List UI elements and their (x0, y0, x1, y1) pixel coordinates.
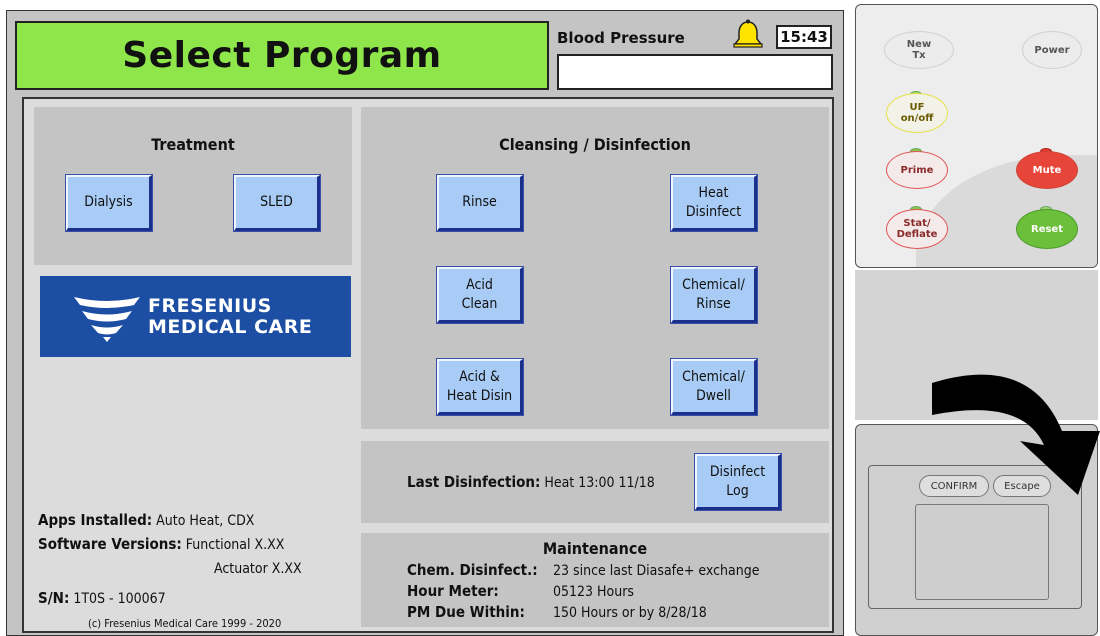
maintenance-section: Maintenance Chem. Disinfect.: 23 since la… (361, 533, 829, 627)
disinfect-log-button[interactable]: Disinfect Log (694, 453, 782, 511)
title-bar: Select Program (15, 21, 549, 90)
alarm-bell-icon[interactable] (731, 19, 765, 51)
main-panel: Treatment Dialysis SLED FRESENIUS MEDICA… (22, 97, 834, 633)
prime-key[interactable]: Prime (886, 151, 948, 189)
cleansing-title: Cleansing / Disinfection (499, 135, 691, 154)
maintenance-row: PM Due Within: 150 Hours or by 8/28/18 (407, 603, 707, 621)
page-title: Select Program (122, 35, 442, 76)
sled-button[interactable]: SLED (233, 174, 321, 232)
rinse-button[interactable]: Rinse (436, 174, 524, 232)
acid-heat-disin-button[interactable]: Acid & Heat Disin (436, 358, 524, 416)
apps-installed: Apps Installed: Auto Heat, CDX (38, 511, 255, 529)
fresenius-emblem-icon (74, 296, 140, 342)
maintenance-row: Hour Meter: 05123 Hours (407, 582, 634, 600)
dialysis-button[interactable]: Dialysis (65, 174, 153, 232)
curved-arrow-icon (932, 374, 1100, 495)
clock-display: 15:43 (776, 25, 832, 49)
maintenance-row: Chem. Disinfect.: 23 since last Diasafe+ … (407, 561, 760, 579)
power-key[interactable]: Power (1022, 31, 1082, 69)
actuator-version: Actuator X.XX (214, 561, 302, 577)
treatment-section: Treatment Dialysis SLED (34, 107, 352, 265)
uf-key[interactable]: UF on/off (886, 93, 948, 133)
maintenance-title: Maintenance (542, 539, 648, 558)
blood-pressure-field (557, 54, 833, 90)
reset-key[interactable]: Reset (1016, 209, 1078, 249)
fresenius-logo: FRESENIUS MEDICAL CARE (40, 276, 351, 357)
logo-line-1: FRESENIUS (148, 294, 272, 317)
dialysis-screen: Select Program Blood Pressure 15:43 Trea… (6, 10, 844, 636)
last-disinfection-section: Last Disinfection: Heat 13:00 11/18 Disi… (361, 441, 829, 523)
new-tx-key[interactable]: New Tx (884, 31, 954, 69)
acid-clean-button[interactable]: Acid Clean (436, 266, 524, 324)
mute-key[interactable]: Mute (1016, 151, 1078, 189)
root: Select Program Blood Pressure 15:43 Trea… (0, 0, 1100, 636)
logo-line-2: MEDICAL CARE (148, 315, 313, 338)
blood-pressure-label: Blood Pressure (557, 29, 685, 47)
copyright-text: (c) Fresenius Medical Care 1999 - 2020 (88, 617, 282, 630)
treatment-title: Treatment (151, 135, 235, 154)
touch-pad[interactable] (915, 504, 1049, 600)
serial-number: S/N: 1T0S - 100067 (38, 589, 166, 607)
last-disinfection-text: Last Disinfection: Heat 13:00 11/18 (407, 473, 655, 491)
heat-disinfect-button[interactable]: Heat Disinfect (670, 174, 758, 232)
hardware-keypad: New Tx Power UF on/off Prime Mute Stat/ … (855, 4, 1098, 268)
chemical-dwell-button[interactable]: Chemical/ Dwell (670, 358, 758, 416)
stat-deflate-key[interactable]: Stat/ Deflate (886, 209, 948, 249)
cleansing-section: Cleansing / Disinfection Rinse Heat Disi… (361, 107, 829, 429)
chemical-rinse-button[interactable]: Chemical/ Rinse (670, 266, 758, 324)
software-versions: Software Versions: Functional X.XX (38, 535, 285, 553)
